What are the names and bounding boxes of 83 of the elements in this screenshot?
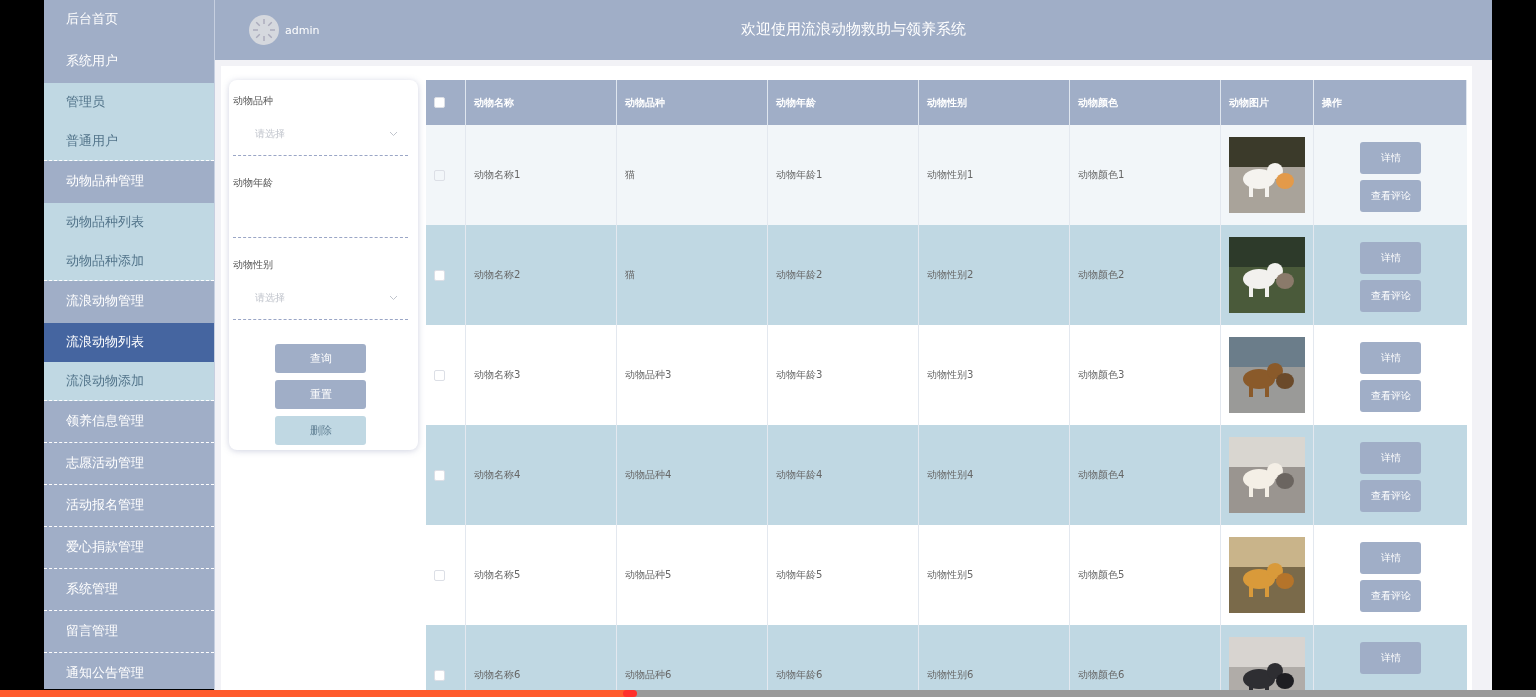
row-checkbox[interactable] — [434, 269, 445, 281]
row-checkbox[interactable] — [434, 569, 445, 581]
sidebar-item[interactable]: 普通用户 — [44, 122, 214, 161]
sidebar-item[interactable]: 领养信息管理 — [44, 401, 214, 443]
sidebar-item[interactable]: 志愿活动管理 — [44, 443, 214, 485]
page-title: 欢迎使用流浪动物救助与领养系统 — [741, 20, 966, 39]
table-cell: 动物性别4 — [927, 468, 974, 482]
table-cell: 动物名称2 — [474, 268, 521, 282]
column-header: 动物图片 — [1229, 95, 1269, 110]
table-cell: 动物颜色4 — [1078, 468, 1125, 482]
progress-handle[interactable] — [622, 690, 637, 697]
sidebar-item[interactable]: 流浪动物添加 — [44, 362, 214, 401]
sidebar-item[interactable]: 爱心捐款管理 — [44, 527, 214, 569]
table-cell: 动物品种5 — [625, 568, 672, 582]
table-cell: 动物性别1 — [927, 168, 974, 182]
select-all-checkbox[interactable] — [434, 97, 445, 108]
table-cell: 动物品种4 — [625, 468, 672, 482]
action-button[interactable]: 查看评论 — [1360, 380, 1421, 412]
action-button[interactable]: 详情 — [1360, 442, 1421, 474]
sidebar-item[interactable]: 系统用户 — [44, 41, 214, 83]
table-cell: 猫 — [625, 268, 635, 282]
action-button[interactable]: 详情 — [1360, 542, 1421, 574]
sidebar-item[interactable]: 流浪动物列表 — [44, 323, 214, 362]
sidebar-item[interactable]: 动物品种列表 — [44, 203, 214, 242]
table-cell: 动物颜色5 — [1078, 568, 1125, 582]
sidebar-item[interactable]: 动物品种添加 — [44, 242, 214, 281]
table-cell: 动物名称6 — [474, 668, 521, 682]
field-label: 动物年龄 — [233, 176, 274, 190]
column-header: 动物名称 — [474, 95, 514, 110]
column-header: 操作 — [1322, 95, 1342, 110]
action-button[interactable]: 详情 — [1360, 242, 1421, 274]
sidebar-item[interactable]: 后台首页 — [44, 0, 214, 41]
table-cell: 动物名称3 — [474, 368, 521, 382]
table-cell: 动物性别5 — [927, 568, 974, 582]
table-cell: 动物年龄5 — [776, 568, 823, 582]
table-cell: 动物品种3 — [625, 368, 672, 382]
sidebar-item[interactable]: 系统管理 — [44, 569, 214, 611]
table-cell: 动物颜色2 — [1078, 268, 1125, 282]
column-header: 动物年龄 — [776, 95, 816, 110]
table-cell: 动物颜色3 — [1078, 368, 1125, 382]
table-cell: 动物年龄2 — [776, 268, 823, 282]
action-button[interactable]: 查看评论 — [1360, 280, 1421, 312]
sidebar-item[interactable]: 留言管理 — [44, 611, 214, 653]
table-cell: 动物年龄3 — [776, 368, 823, 382]
table-cell: 猫 — [625, 168, 635, 182]
filter-button[interactable]: 查询 — [275, 344, 366, 373]
table-cell: 动物性别6 — [927, 668, 974, 682]
field-label: 动物品种 — [233, 94, 274, 108]
sidebar-item[interactable]: 动物品种管理 — [44, 161, 214, 203]
action-button[interactable]: 详情 — [1360, 342, 1421, 374]
loading-avatar-icon — [249, 15, 279, 45]
action-button[interactable]: 查看评论 — [1360, 480, 1421, 512]
table-cell: 动物性别2 — [927, 268, 974, 282]
table-cell: 动物名称4 — [474, 468, 521, 482]
user-name: admin — [285, 23, 320, 37]
table-cell: 动物年龄4 — [776, 468, 823, 482]
action-button[interactable]: 详情 — [1360, 142, 1421, 174]
table-cell: 动物年龄6 — [776, 668, 823, 682]
chevron-down-icon — [389, 130, 398, 137]
table-cell: 动物名称1 — [474, 168, 521, 182]
sidebar-item[interactable]: 管理员 — [44, 83, 214, 122]
filter-button[interactable]: 重置 — [275, 380, 366, 409]
column-header: 动物颜色 — [1078, 95, 1118, 110]
sidebar-item[interactable]: 流浪动物管理 — [44, 281, 214, 323]
table-cell: 动物名称5 — [474, 568, 521, 582]
row-checkbox[interactable] — [434, 369, 445, 381]
action-button[interactable]: 查看评论 — [1360, 180, 1421, 212]
sidebar-item[interactable]: 活动报名管理 — [44, 485, 214, 527]
action-button[interactable]: 查看评论 — [1360, 580, 1421, 612]
table-cell: 动物品种6 — [625, 668, 672, 682]
row-checkbox[interactable] — [434, 469, 445, 481]
action-button[interactable]: 详情 — [1360, 642, 1421, 674]
table-cell: 动物颜色6 — [1078, 668, 1125, 682]
column-header: 动物品种 — [625, 95, 665, 110]
chevron-down-icon — [389, 294, 398, 301]
table-cell: 动物颜色1 — [1078, 168, 1125, 182]
table-cell: 动物性别3 — [927, 368, 974, 382]
table-cell: 动物年龄1 — [776, 168, 823, 182]
progress-track[interactable] — [0, 690, 1536, 697]
sidebar-item[interactable]: 通知公告管理 — [44, 653, 214, 689]
column-header: 动物性别 — [927, 95, 967, 110]
row-checkbox[interactable] — [434, 669, 445, 681]
field-label: 动物性别 — [233, 258, 274, 272]
